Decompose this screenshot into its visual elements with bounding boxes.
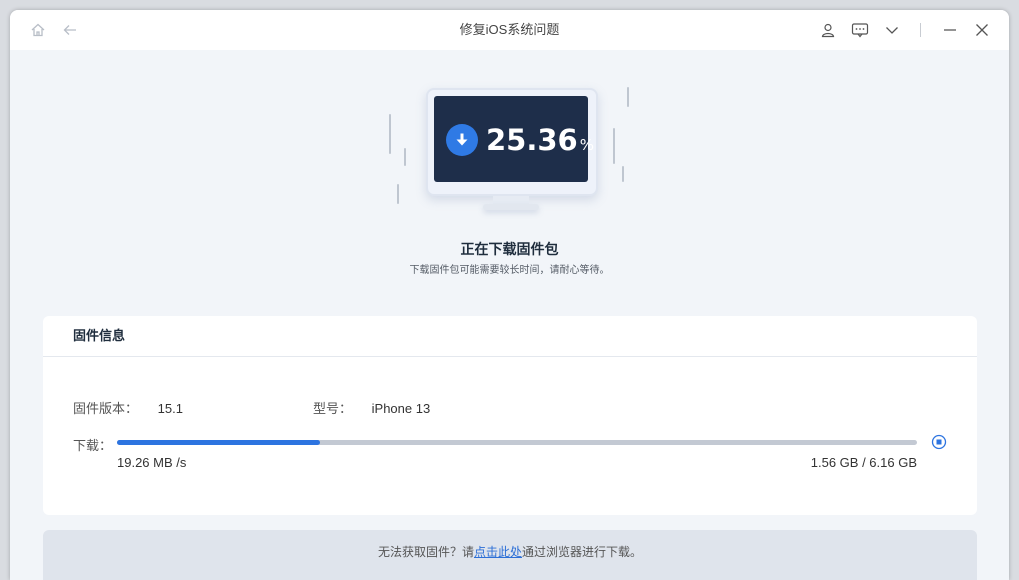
progress-percent-value: 25.36 — [486, 123, 578, 157]
download-illustration: 25.36% — [380, 80, 640, 230]
decor-line — [397, 184, 399, 204]
footer-suffix: 通过浏览器进行下载。 — [522, 545, 643, 559]
download-size: 1.56 GB / 6.16 GB — [810, 455, 917, 470]
decor-line — [613, 128, 615, 164]
card-title: 固件信息 — [43, 316, 977, 357]
chevron-down-icon[interactable] — [882, 20, 902, 40]
firmware-version-value: 15.1 — [157, 401, 183, 416]
title-bar: 修复iOS系统问题 — [10, 10, 1009, 50]
footer-prefix: 无法获取固件？请 — [377, 545, 474, 559]
close-icon[interactable] — [972, 20, 992, 40]
decor-line — [627, 87, 629, 107]
decor-line — [404, 148, 406, 166]
model-label: 型号： — [313, 401, 353, 416]
home-icon[interactable] — [28, 20, 48, 40]
monitor-base — [483, 204, 539, 210]
progress-percent: 25.36% — [486, 122, 594, 163]
stop-icon[interactable] — [931, 434, 947, 450]
back-arrow-icon[interactable] — [60, 20, 80, 40]
device-model: 型号： iPhone 13 — [313, 398, 430, 417]
browser-download-link[interactable]: 点击此处 — [474, 545, 522, 559]
minimize-icon[interactable] — [940, 20, 960, 40]
model-value: iPhone 13 — [371, 401, 431, 416]
monitor-screen: 25.36% — [434, 96, 594, 182]
download-speed: 19.26 MB /s — [117, 455, 187, 470]
percent-sign: % — [579, 136, 594, 154]
titlebar-divider — [920, 23, 921, 37]
download-progress-fill — [117, 440, 320, 445]
download-label: 下载： — [73, 438, 113, 453]
monitor-stand — [493, 196, 529, 204]
feedback-icon[interactable] — [850, 20, 870, 40]
download-progress-bar — [117, 440, 917, 445]
app-window: 修复iOS系统问题 25.36 % 正在下载固件包 下载固件包可能需要较长时间，… — [10, 10, 1009, 580]
download-arrow-icon — [446, 124, 478, 156]
status-subheading: 下载固件包可能需要较长时间，请耐心等待。 — [409, 265, 610, 276]
firmware-version-label: 固件版本： — [73, 401, 139, 416]
monitor: 25.36% — [426, 88, 598, 196]
firmware-version: 固件版本： 15.1 — [73, 398, 183, 417]
decor-line — [622, 166, 624, 182]
user-icon[interactable] — [818, 20, 838, 40]
status-heading: 正在下载固件包 — [460, 241, 559, 257]
decor-line — [389, 114, 391, 154]
firmware-info-card: 固件信息 固件版本： 15.1 型号： iPhone 13 下载： 19.26 … — [43, 316, 977, 515]
